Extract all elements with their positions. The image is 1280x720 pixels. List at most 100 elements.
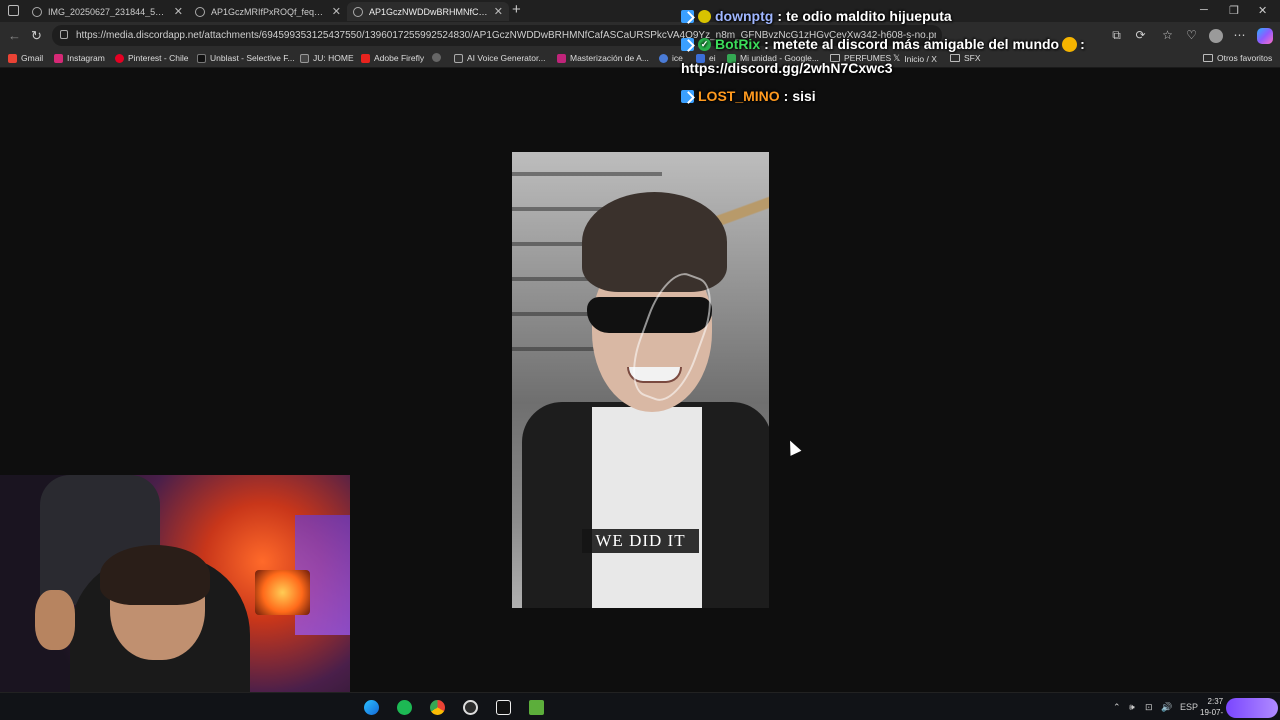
screen-share-icon[interactable]: ⧉ bbox=[1110, 29, 1123, 42]
chat-badge-2-icon bbox=[698, 9, 711, 23]
discord-link-text: https://discord.gg/2whN7Cxwc3 bbox=[681, 60, 893, 76]
clock-time: 2:37 bbox=[1207, 697, 1224, 706]
copilot-icon[interactable] bbox=[1257, 28, 1273, 44]
viewed-image[interactable]: WE DID IT bbox=[512, 152, 769, 608]
streamer-widget-overlay bbox=[1226, 698, 1278, 718]
chat-text: te odio maldito hijueputa bbox=[785, 8, 952, 24]
folder-icon bbox=[1203, 54, 1213, 62]
chat-separator: : bbox=[783, 88, 789, 104]
instagram-icon bbox=[54, 53, 63, 63]
bookmark-label: Adobe Firefly bbox=[374, 53, 425, 63]
webcam-overlay bbox=[0, 475, 350, 692]
tab-1[interactable]: IMG_20250627_231844_569.jpg (1 ✕ bbox=[26, 2, 189, 21]
chrome-icon[interactable] bbox=[430, 700, 445, 715]
bookmark-folder-sfx[interactable]: SFX bbox=[950, 53, 981, 63]
refresh-icon[interactable]: ↻ bbox=[31, 28, 42, 44]
bookmark-label: Gmail bbox=[21, 53, 44, 63]
gmail-icon bbox=[8, 53, 17, 63]
pinterest-icon bbox=[115, 53, 124, 63]
tab-2[interactable]: AP1GczMRIfPxROQf_feqdlvNcOA ✕ bbox=[189, 2, 347, 21]
bookmark-label: SFX bbox=[964, 53, 981, 63]
chat-text: sisi bbox=[792, 88, 816, 104]
globe-icon bbox=[195, 6, 205, 17]
close-tab-icon[interactable]: ✕ bbox=[494, 5, 503, 18]
clock[interactable]: 2:37 19-07- bbox=[1200, 696, 1223, 718]
bookmark-gmail[interactable]: Gmail bbox=[8, 53, 43, 63]
tab-3-active[interactable]: AP1GczNWDDwBRHMNfCafASC ✕ bbox=[347, 2, 509, 21]
capcut-icon[interactable] bbox=[496, 700, 511, 715]
clock-date: 19-07- bbox=[1200, 708, 1224, 717]
hair bbox=[582, 192, 727, 292]
tab-label: IMG_20250627_231844_569.jpg (1 bbox=[48, 6, 168, 17]
volume-icon[interactable]: 🔊 bbox=[1161, 702, 1172, 713]
more-options-icon[interactable]: ⋯ bbox=[1233, 29, 1246, 42]
edge-icon[interactable] bbox=[364, 700, 379, 715]
new-tab-button[interactable]: + bbox=[512, 1, 521, 18]
bookmark-ju-home[interactable]: JU: HOME bbox=[300, 53, 354, 63]
chat-separator: : bbox=[777, 8, 782, 24]
bookmark-adobe-firefly[interactable]: Adobe Firefly bbox=[361, 53, 424, 63]
close-tab-icon[interactable]: ✕ bbox=[332, 5, 341, 18]
window-menu-icon[interactable] bbox=[8, 5, 19, 16]
maximize-icon[interactable]: ❐ bbox=[1229, 4, 1239, 17]
chat-separator: : bbox=[764, 36, 769, 52]
network-icon[interactable]: ⊡ bbox=[1145, 702, 1153, 713]
streamer-hand bbox=[35, 590, 75, 650]
bookmark-pinterest[interactable]: Pinterest - Chile bbox=[115, 53, 188, 63]
profile-avatar-icon[interactable] bbox=[1209, 29, 1223, 43]
chat-badge-icon bbox=[681, 89, 694, 103]
ice-icon bbox=[659, 53, 668, 63]
browser-essentials-icon[interactable]: ♡ bbox=[1185, 29, 1198, 42]
fireplace-screen bbox=[255, 570, 310, 615]
speaker-icon[interactable]: 🕪 bbox=[1129, 702, 1135, 713]
back-icon[interactable]: ← bbox=[8, 28, 21, 43]
chat-message-3: LOST_MINO : sisi bbox=[681, 88, 816, 104]
bookmark-x[interactable]: 𝕏 Inicio / X bbox=[893, 53, 937, 64]
tab-label: AP1GczNWDDwBRHMNfCafASC bbox=[369, 6, 488, 17]
stair-line bbox=[512, 172, 662, 176]
other-bookmarks-folder[interactable]: Otros favoritos bbox=[1203, 53, 1272, 63]
close-tab-icon[interactable]: ✕ bbox=[174, 5, 183, 18]
language-indicator[interactable]: ESP bbox=[1180, 702, 1198, 712]
bookmark-label: Pinterest - Chile bbox=[128, 53, 189, 63]
chat-message-2-link: https://discord.gg/2whN7Cxwc3 bbox=[681, 60, 893, 76]
circle-site-icon bbox=[432, 53, 441, 62]
image-caption: WE DID IT bbox=[582, 529, 699, 553]
globe-icon bbox=[353, 6, 363, 17]
bookmark-ai-voice[interactable]: AI Voice Generator... bbox=[454, 53, 545, 63]
chat-message-1: downptg : te odio maldito hijueputa bbox=[681, 8, 952, 24]
extensions-icon[interactable]: ⟳ bbox=[1134, 29, 1147, 42]
chat-username: downptg bbox=[715, 8, 774, 24]
favorites-icon[interactable]: ☆ bbox=[1161, 29, 1174, 42]
x-logo-icon: 𝕏 bbox=[893, 53, 901, 63]
bookmark-unnamed[interactable] bbox=[432, 53, 445, 62]
minimize-icon[interactable]: ─ bbox=[1200, 4, 1208, 16]
bookmark-label: Otros favoritos bbox=[1217, 53, 1273, 63]
bookmark-label: AI Voice Generator... bbox=[467, 53, 546, 63]
show-hidden-icons-icon[interactable]: ⌃ bbox=[1113, 702, 1121, 713]
chat-username: BotRix bbox=[715, 36, 761, 52]
bookmark-label: Masterización de A... bbox=[570, 53, 649, 63]
bookmark-label: Inicio / X bbox=[904, 53, 937, 64]
folder-icon bbox=[950, 54, 960, 62]
bookmark-instagram[interactable]: Instagram bbox=[54, 53, 105, 63]
chat-badge-icon bbox=[681, 9, 694, 23]
bookmark-label: Instagram bbox=[67, 53, 105, 63]
minecraft-icon[interactable] bbox=[529, 700, 544, 715]
bookmark-ice[interactable]: ice bbox=[659, 53, 683, 63]
lock-icon bbox=[60, 30, 68, 39]
streamer-hair bbox=[100, 545, 210, 605]
spotify-icon[interactable] bbox=[397, 700, 412, 715]
chat-text: metete al discord más amigable del mundo bbox=[772, 36, 1060, 52]
bookmark-masterizacion[interactable]: Masterización de A... bbox=[557, 53, 649, 63]
bookmark-label: JU: HOME bbox=[313, 53, 354, 63]
bookmarks-bar: Gmail Instagram Pinterest - Chile Unblas… bbox=[0, 49, 1280, 68]
obs-icon[interactable] bbox=[463, 700, 478, 715]
bookmark-unblast[interactable]: Unblast - Selective F... bbox=[197, 53, 295, 63]
ai-voice-icon bbox=[454, 53, 463, 63]
adobe-firefly-icon bbox=[361, 53, 370, 63]
chat-username: LOST_MINO bbox=[698, 88, 780, 104]
globe-icon bbox=[32, 6, 42, 17]
close-window-icon[interactable]: ✕ bbox=[1258, 4, 1267, 17]
masterizacion-icon bbox=[557, 53, 566, 63]
